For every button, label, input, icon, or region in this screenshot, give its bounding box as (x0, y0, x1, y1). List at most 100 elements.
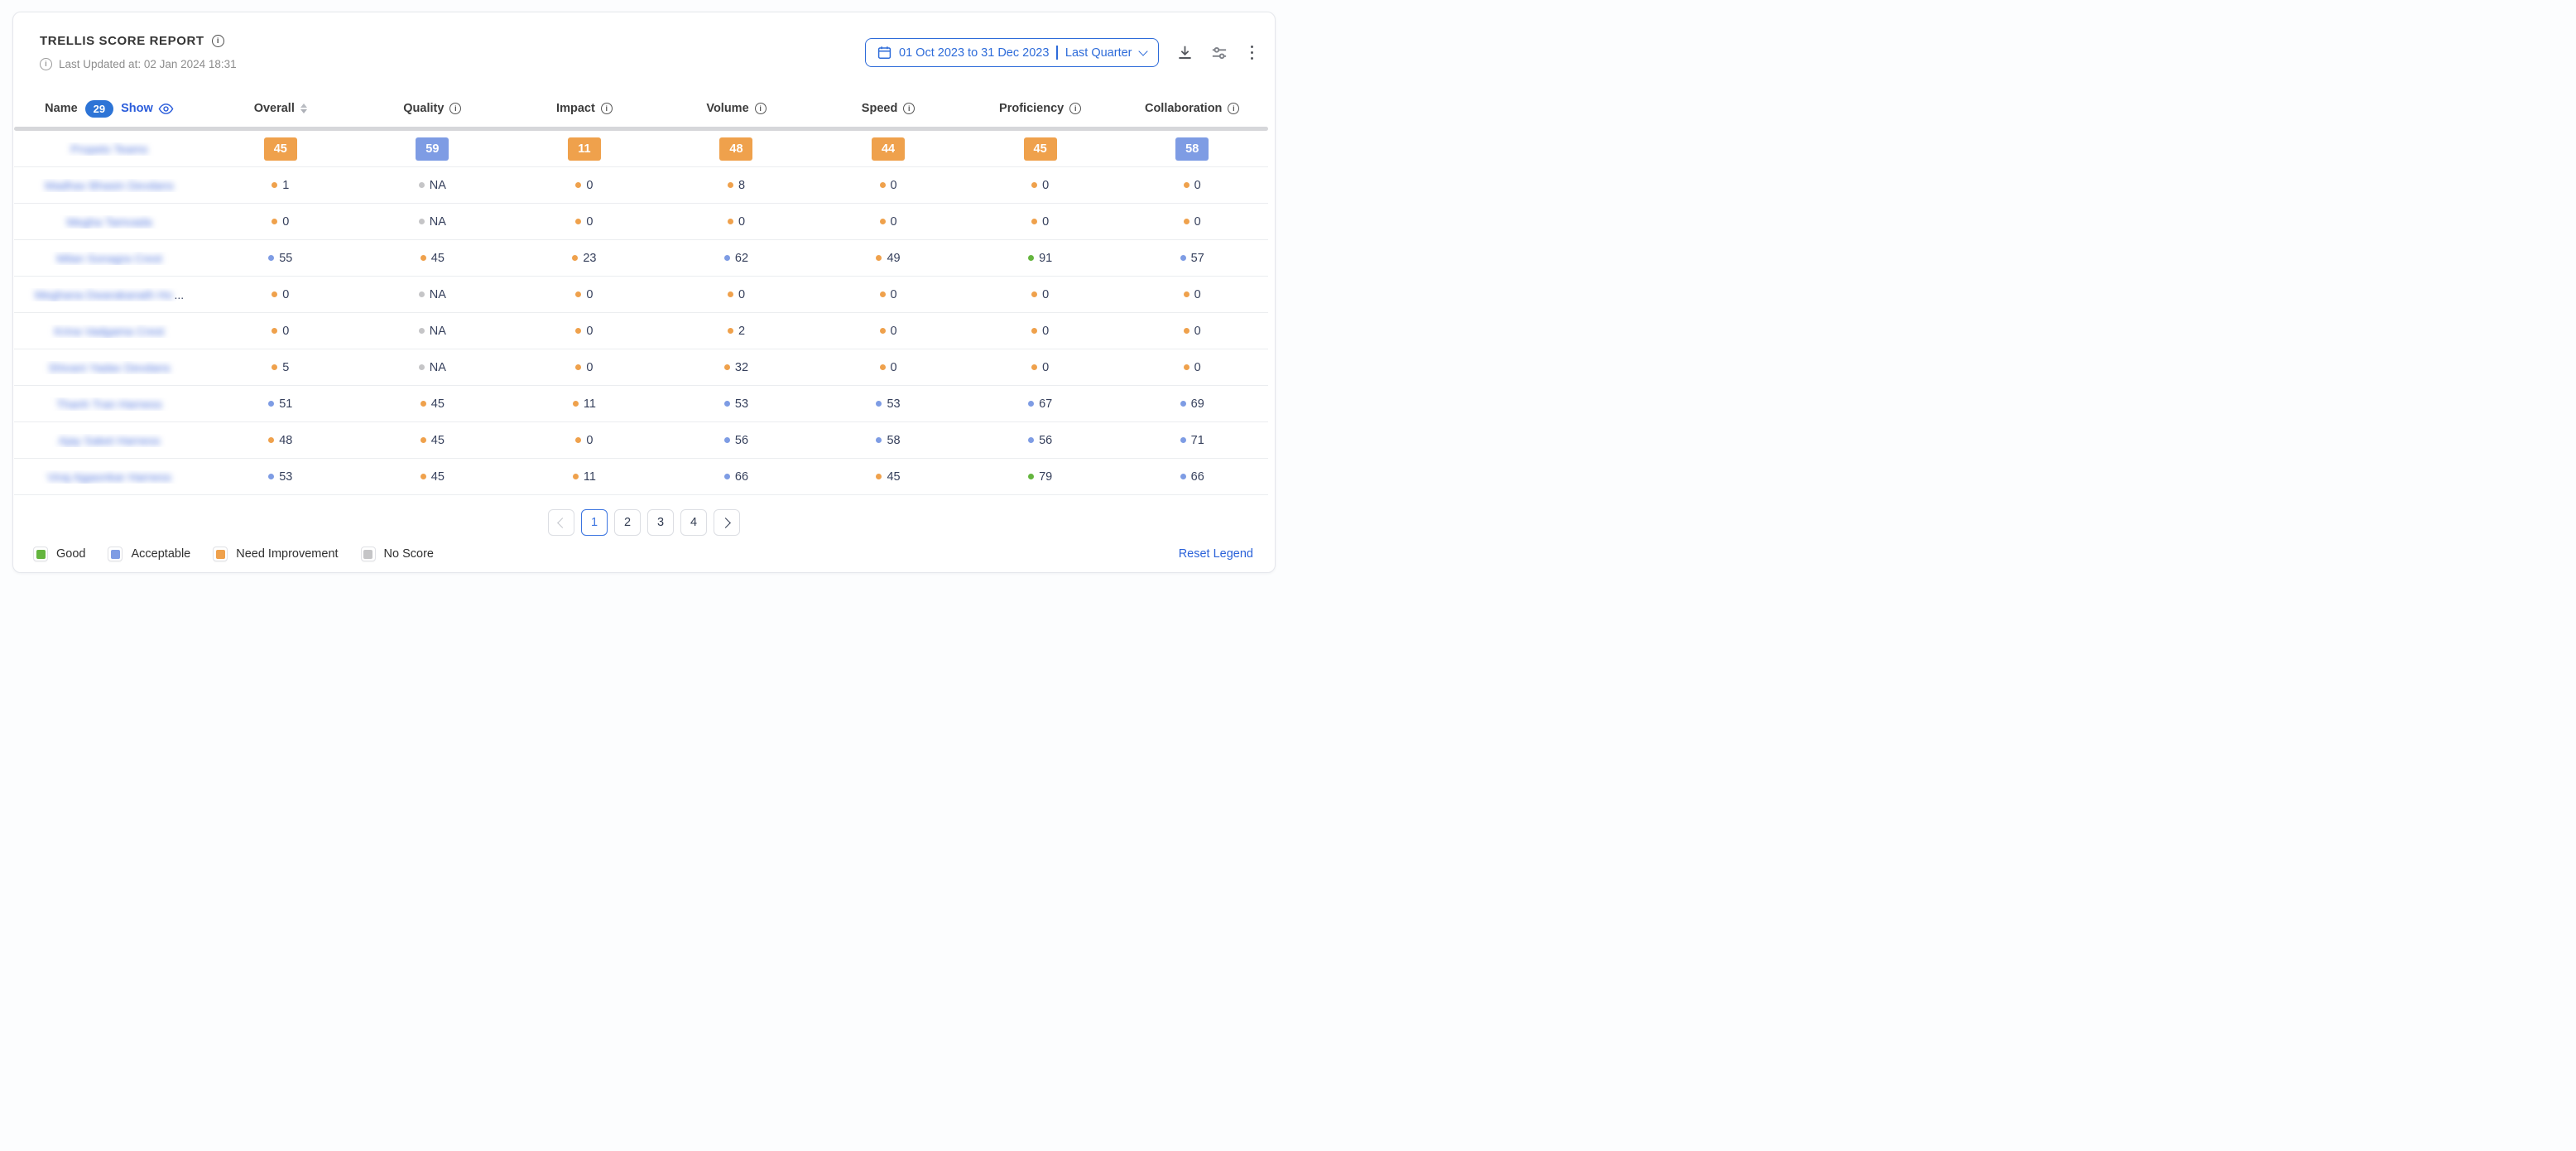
score-text: NA (430, 179, 446, 192)
score-text: 0 (891, 325, 897, 338)
score-text: 0 (1042, 215, 1049, 229)
status-dot-icon (1184, 182, 1189, 188)
page-button-2[interactable]: 2 (614, 509, 641, 536)
score-value: 56 (661, 434, 813, 447)
last-updated-info-icon[interactable] (40, 58, 52, 70)
info-icon[interactable] (903, 103, 915, 114)
status-dot-icon (1031, 328, 1037, 334)
page-button-3[interactable]: 3 (647, 509, 674, 536)
legend-item-no-score[interactable]: No Score (361, 547, 434, 561)
status-dot-icon (1184, 219, 1189, 224)
name-count-badge: 29 (85, 100, 113, 118)
score-text: 1 (282, 179, 289, 192)
legend-swatch-box (361, 547, 376, 561)
score-text: 0 (1194, 361, 1201, 374)
status-dot-icon (1028, 255, 1034, 261)
status-dot-icon (1180, 255, 1186, 261)
column-header-overall[interactable]: Overall (204, 102, 357, 115)
legend-label: Acceptable (131, 547, 190, 561)
member-name-cell: Ajay Saket Harness (14, 434, 204, 447)
date-range-picker[interactable]: 01 Oct 2023 to 31 Dec 2023 Last Quarter (865, 38, 1158, 67)
member-name-link[interactable]: Meghana Dwarakanath Ho (35, 288, 173, 301)
last-updated-text: Last Updated at: 02 Jan 2024 18:31 (59, 58, 237, 70)
status-dot-icon (724, 401, 730, 407)
page-button-1[interactable]: 1 (581, 509, 608, 536)
status-dot-icon (1028, 474, 1034, 479)
score-text: 0 (1042, 361, 1049, 374)
member-name-cell: Krina Vadgama Crest (14, 325, 204, 338)
legend-item-acceptable[interactable]: Acceptable (108, 547, 190, 561)
member-name-link[interactable]: Megha Tamvada (66, 215, 151, 229)
status-dot-icon (1028, 401, 1034, 407)
legend-label: Good (56, 547, 85, 561)
score-text: 0 (586, 434, 593, 447)
legend-item-need-improvement[interactable]: Need Improvement (213, 547, 338, 561)
good-swatch-icon (36, 550, 46, 559)
report-header: TRELLIS SCORE REPORT Last Updated at: 02… (13, 12, 1275, 70)
score-text: 0 (738, 215, 745, 229)
download-button[interactable] (1177, 45, 1193, 60)
trellis-report-card: TRELLIS SCORE REPORT Last Updated at: 02… (12, 12, 1276, 573)
score-text: 58 (887, 434, 900, 447)
info-icon[interactable] (755, 103, 767, 114)
status-dot-icon (728, 219, 733, 224)
score-value: 0 (1116, 179, 1268, 192)
info-icon[interactable] (1069, 103, 1081, 114)
legend-item-good[interactable]: Good (33, 547, 85, 561)
member-name-link[interactable]: Shivani Yadav Devdans (48, 361, 170, 374)
status-dot-icon (268, 474, 274, 479)
column-label: Volume (706, 102, 748, 115)
info-icon[interactable] (601, 103, 613, 114)
status-dot-icon (1184, 291, 1189, 297)
next-page-button[interactable] (714, 509, 740, 536)
settings-button[interactable] (1211, 45, 1228, 61)
score-value: 0 (508, 215, 661, 229)
status-dot-icon (1028, 437, 1034, 443)
previous-page-button[interactable] (548, 509, 574, 536)
score-value: 0 (812, 215, 964, 229)
column-header-proficiency: Proficiency (964, 102, 1117, 115)
status-dot-icon (876, 437, 882, 443)
status-dot-icon (880, 219, 886, 224)
status-dot-icon (876, 474, 882, 479)
status-dot-icon (272, 328, 277, 334)
score-value: 45 (357, 470, 509, 484)
score-text: 51 (279, 397, 292, 411)
status-dot-icon (421, 437, 426, 443)
score-pill-cell: 11 (508, 137, 661, 161)
member-name-cell: Propelo Teams (14, 142, 204, 156)
title-info-icon[interactable] (212, 35, 224, 47)
member-name-link[interactable]: Propelo Teams (70, 142, 147, 156)
score-value: 23 (508, 252, 661, 265)
sort-carets-icon[interactable] (300, 104, 307, 113)
score-text: 0 (1042, 325, 1049, 338)
status-dot-icon (880, 328, 886, 334)
member-name-link[interactable]: Ajay Saket Harness (59, 434, 161, 447)
score-value: 0 (1116, 215, 1268, 229)
member-name-link[interactable]: Milan Sonagra Crest (56, 252, 162, 265)
score-value: 91 (964, 252, 1117, 265)
member-name-link[interactable]: Krina Vadgama Crest (55, 325, 165, 338)
reset-legend-button[interactable]: Reset Legend (1179, 547, 1253, 561)
info-icon[interactable] (449, 103, 461, 114)
score-value: 0 (508, 325, 661, 338)
score-value: 0 (964, 288, 1117, 301)
score-value: 66 (661, 470, 813, 484)
status-dot-icon (575, 182, 581, 188)
member-name-link[interactable]: Viraj Ajgaonkar Harness (47, 470, 171, 484)
score-value: 71 (1116, 434, 1268, 447)
team-summary-row: Propelo Teams45591148444558 (14, 131, 1268, 167)
status-dot-icon (1180, 474, 1186, 479)
trellis-score-table: Name 29 Show Overall Quality (14, 92, 1268, 495)
more-menu-button[interactable] (1246, 44, 1259, 62)
member-name-link[interactable]: Madhav Bhasin Devdans (45, 179, 174, 192)
table-row: Krina Vadgama Crest0NA02000 (14, 313, 1268, 349)
acceptable-swatch-icon (111, 550, 120, 559)
status-dot-icon (419, 219, 425, 224)
info-icon[interactable] (1228, 103, 1239, 114)
member-name-link[interactable]: Thanh Tran Harness (56, 397, 162, 411)
status-dot-icon (876, 401, 882, 407)
page-button-4[interactable]: 4 (680, 509, 707, 536)
show-names-button[interactable]: Show (121, 102, 174, 115)
show-label: Show (121, 102, 153, 115)
